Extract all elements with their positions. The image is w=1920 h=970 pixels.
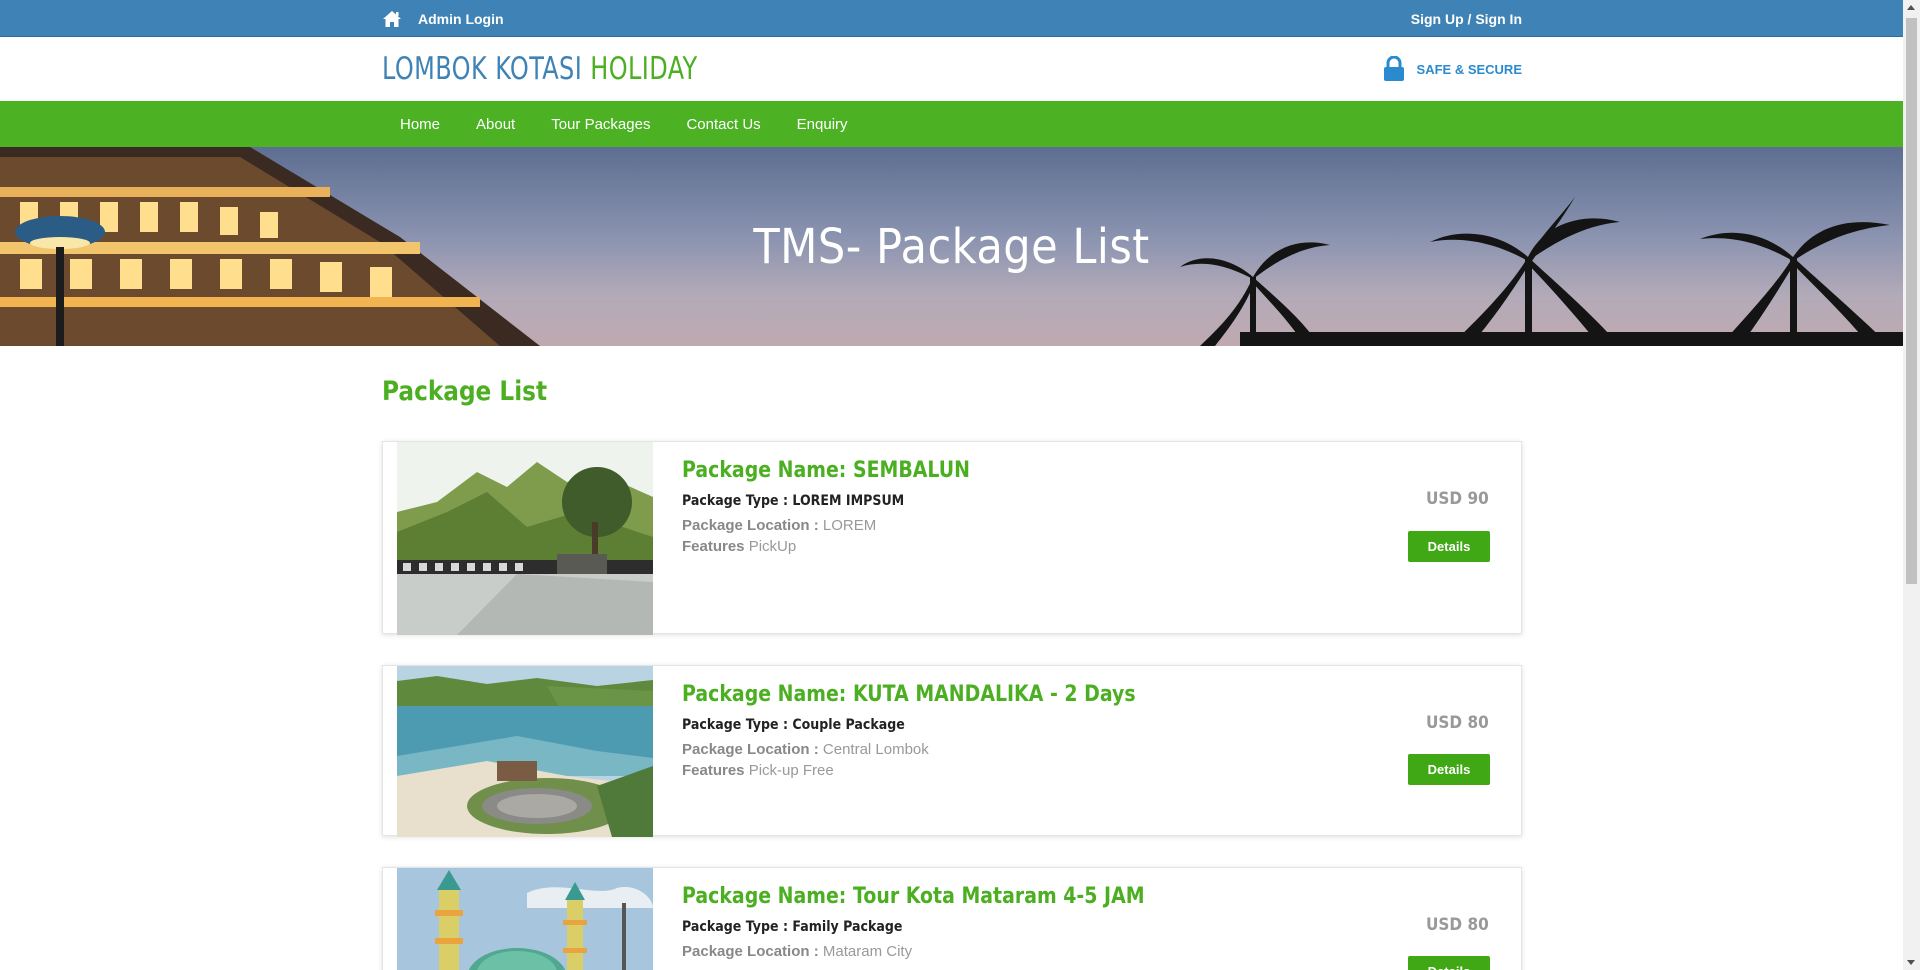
top-bar: Admin Login Sign Up / Sign In [0, 0, 1903, 37]
package-type: Package Type : Family Package [682, 919, 903, 935]
package-location: Package Location : Central Lombok [682, 741, 1209, 758]
package-info: Package Name: KUTA MANDALIKA - 2 Days Pa… [682, 682, 1209, 779]
package-name[interactable]: Package Name: SEMBALUN [682, 458, 970, 483]
package-features-value: PickUp [748, 538, 797, 555]
safe-secure-badge: SAFE & SECURE [1383, 55, 1522, 82]
package-features-value: Pick-up Free [748, 762, 834, 779]
package-card: Package Name: SEMBALUN Package Type : LO… [382, 441, 1522, 635]
details-button[interactable]: Details [1408, 754, 1490, 785]
nav-item-tour-packages[interactable]: Tour Packages [533, 116, 668, 133]
package-name[interactable]: Package Name: KUTA MANDALIKA - 2 Days [682, 682, 1136, 707]
nav-item-enquiry[interactable]: Enquiry [779, 116, 866, 133]
home-icon [382, 10, 402, 28]
package-type: Package Type : LOREM IMPSUM [682, 493, 905, 509]
package-image-sembalun[interactable] [397, 442, 653, 635]
package-location: Package Location : LOREM [682, 517, 1017, 534]
site-logo[interactable]: LOMBOK KOTASI HOLIDAY [382, 51, 698, 87]
admin-login-link[interactable]: Admin Login [382, 10, 504, 28]
page-scrollbar[interactable] [1903, 0, 1920, 970]
package-features-label: Features [682, 538, 745, 555]
safe-secure-label: SAFE & SECURE [1416, 61, 1522, 77]
package-location-value: LOREM [822, 517, 877, 534]
package-features: Features Pick-up Free [682, 762, 1209, 779]
nav-item-about[interactable]: About [458, 116, 533, 133]
package-location-label: Package Location : [682, 741, 819, 758]
package-location-value: Central Lombok [822, 741, 929, 758]
scroll-up-arrow-icon[interactable] [1907, 5, 1915, 10]
details-button[interactable]: Details [1408, 531, 1490, 562]
package-card: Package Name: Tour Kota Mataram 4-5 JAM … [382, 867, 1522, 970]
scrollbar-thumb[interactable] [1906, 18, 1917, 584]
package-location-label: Package Location : [682, 517, 819, 534]
admin-login-label: Admin Login [418, 10, 504, 27]
details-button[interactable]: Details [1408, 956, 1490, 970]
package-card: Package Name: KUTA MANDALIKA - 2 Days Pa… [382, 665, 1522, 837]
package-location: Package Location : Mataram City [682, 943, 1220, 960]
package-price: USD 90 [1426, 489, 1489, 509]
package-features-label: Features [682, 762, 745, 779]
package-price: USD 80 [1426, 915, 1489, 935]
package-price: USD 80 [1426, 713, 1489, 733]
package-location-value: Mataram City [822, 943, 913, 960]
package-type: Package Type : Couple Package [682, 717, 905, 733]
package-image-kuta-mandalika[interactable] [397, 666, 653, 837]
scroll-down-arrow-icon[interactable] [1907, 960, 1915, 965]
logo-text-blue: LOMBOK KOTASI [382, 51, 583, 87]
page: Admin Login Sign Up / Sign In LOMBOK KOT… [0, 0, 1903, 970]
page-banner: TMS- Package List [0, 147, 1903, 346]
logo-text-green: HOLIDAY [590, 51, 698, 87]
package-info: Package Name: SEMBALUN Package Type : LO… [682, 458, 1017, 555]
section-title: Package List [382, 376, 548, 407]
nav-item-home[interactable]: Home [382, 116, 458, 133]
site-header: LOMBOK KOTASI HOLIDAY SAFE & SECURE [0, 37, 1903, 101]
package-location-label: Package Location : [682, 943, 819, 960]
package-name[interactable]: Package Name: Tour Kota Mataram 4-5 JAM [682, 884, 1145, 909]
nav-item-contact-us[interactable]: Contact Us [668, 116, 778, 133]
package-image-kota-mataram[interactable] [397, 868, 653, 970]
package-features: Features PickUp [682, 538, 1017, 555]
package-info: Package Name: Tour Kota Mataram 4-5 JAM … [682, 884, 1220, 960]
banner-title: TMS- Package List [753, 219, 1150, 275]
lock-icon [1383, 55, 1405, 82]
main-nav: Home About Tour Packages Contact Us Enqu… [0, 101, 1903, 147]
signup-signin-link[interactable]: Sign Up / Sign In [1411, 11, 1522, 27]
